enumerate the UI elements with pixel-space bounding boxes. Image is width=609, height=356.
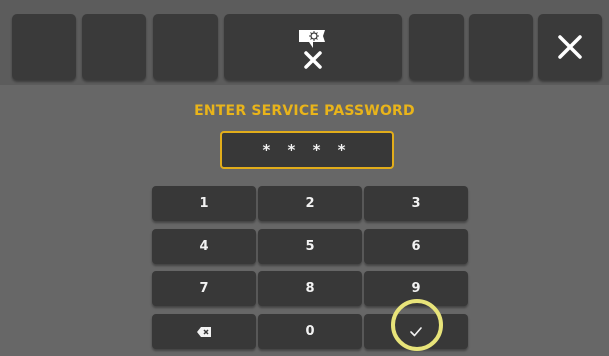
key-4[interactable]: 4 — [152, 229, 256, 264]
page-title: ENTER SERVICE PASSWORD — [194, 103, 415, 119]
key-1[interactable]: 1 — [152, 186, 256, 221]
checkmark-icon — [410, 326, 422, 336]
key-label: 8 — [305, 281, 315, 296]
service-mode-icon — [299, 30, 325, 69]
toolbar-slot-6 — [469, 14, 533, 80]
toolbar-slot-1 — [12, 14, 76, 80]
key-7[interactable]: 7 — [152, 271, 256, 306]
key-label: 7 — [199, 281, 209, 296]
key-3[interactable]: 3 — [364, 186, 468, 221]
password-field[interactable]: * * * * — [220, 131, 394, 169]
key-label: 5 — [305, 239, 315, 254]
key-label: 6 — [411, 239, 421, 254]
key-label: 4 — [199, 239, 209, 254]
key-label: 2 — [305, 196, 315, 211]
confirm-button[interactable] — [364, 314, 468, 349]
toolbar-slot-3 — [153, 14, 218, 80]
key-label: 9 — [411, 281, 421, 296]
backspace-icon — [197, 326, 211, 337]
toolbar-slot-2 — [82, 14, 146, 80]
key-9[interactable]: 9 — [364, 271, 468, 306]
key-label: 0 — [305, 324, 315, 339]
key-5[interactable]: 5 — [258, 229, 362, 264]
key-label: 1 — [199, 196, 209, 211]
close-icon — [558, 35, 582, 59]
service-mode-tile — [224, 14, 402, 80]
top-toolbar — [0, 0, 609, 85]
key-8[interactable]: 8 — [258, 271, 362, 306]
toolbar-slot-5 — [409, 14, 464, 80]
key-label: 3 — [411, 196, 421, 211]
backspace-button[interactable] — [152, 314, 256, 349]
key-6[interactable]: 6 — [364, 229, 468, 264]
key-0[interactable]: 0 — [258, 314, 362, 349]
close-button[interactable] — [538, 14, 602, 80]
key-2[interactable]: 2 — [258, 186, 362, 221]
